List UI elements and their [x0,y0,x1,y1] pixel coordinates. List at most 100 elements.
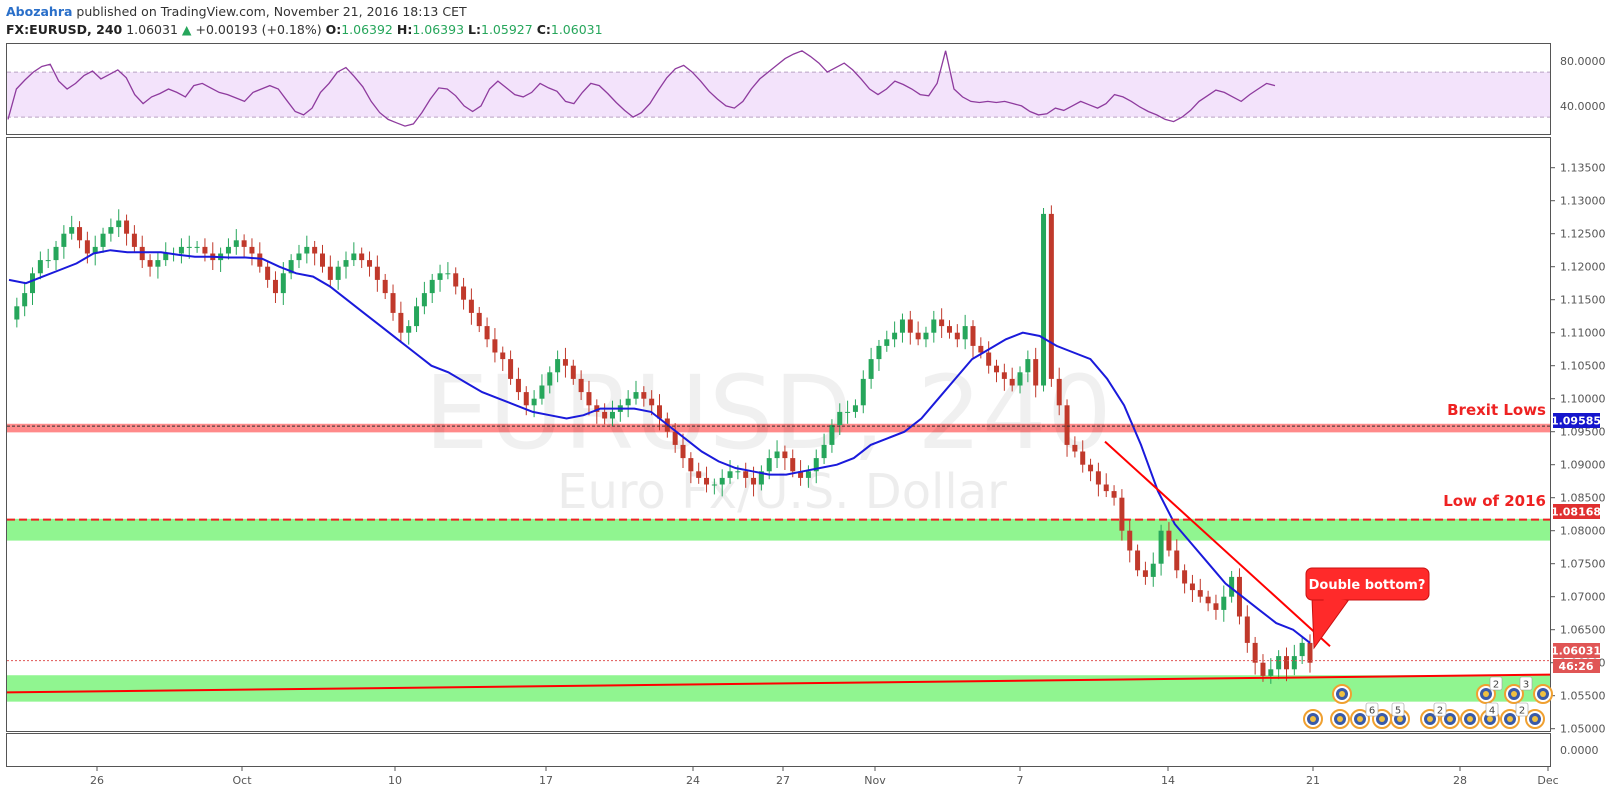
candle-body [790,458,796,472]
candle-body [484,326,490,340]
candle-body [468,299,474,313]
candle-body [406,326,412,333]
countdown-text: 46:26 [1558,660,1593,673]
candle-body [414,306,420,327]
candle-body [139,246,145,261]
low-of-2016-label: Low of 2016 [1443,492,1546,510]
price-tick-label: 1.11500 [1560,294,1606,307]
event-count-label: 3 [1523,680,1529,691]
candle-body [837,411,843,426]
candle-body [155,260,161,267]
price-tick-label: 1.09000 [1560,459,1606,472]
event-flag-icon[interactable] [1460,709,1480,729]
event-flag-icon[interactable] [1330,709,1350,729]
candle-body [782,451,788,459]
candle-body [539,385,545,399]
double-bottom-callout: Double bottom? [1305,567,1430,650]
candle-body [1033,359,1039,386]
candle-body [84,240,90,254]
event-count-label: 2 [1493,680,1499,691]
candle-body [476,312,482,327]
candle-body [508,359,514,379]
price-tick-label: 1.08000 [1560,525,1606,538]
candle-body [421,293,427,307]
candle-body [1276,656,1282,670]
event-count-label: 4 [1489,706,1495,717]
x-tick-label: 21 [1306,774,1320,787]
candle-body [272,279,278,294]
candle-body [1291,656,1297,670]
chart-canvas[interactable]: EURUSD, 240 Euro Fx/U.S. Dollar 80.0000 4… [0,0,1611,795]
candle-body [445,273,451,275]
candle-body [641,392,647,399]
candle-body [492,339,498,353]
candle-body [429,279,435,294]
candle-body [131,233,137,247]
lower-panel-frame [6,733,1551,767]
countdown-tag: 46:26 [1553,659,1600,673]
rsi-layer [7,50,1550,127]
candle-body [1095,471,1101,485]
candle-body [1244,616,1250,643]
candle-body [1189,583,1195,591]
x-tick-label: 26 [90,774,104,787]
candle-body [335,266,341,280]
candle-body [257,253,263,267]
x-tick-label: Dec [1537,774,1558,787]
candle-body [602,411,608,419]
candle-body [116,220,122,228]
candle-body [586,392,592,406]
candle-body [986,352,992,366]
price-tick-label: 1.11000 [1560,327,1606,340]
price-tick-label: 1.05500 [1560,690,1606,703]
candle-body [124,220,130,234]
event-flag-icon[interactable] [1525,709,1545,729]
low2016-price-tag: 1.08168 [1551,504,1601,519]
candle-body [766,458,772,472]
downtrend-line [1104,440,1331,647]
candle-body [163,253,169,261]
candle-body [860,378,866,406]
candle-body [954,332,960,340]
event-count-label: 6 [1369,706,1375,717]
candle-body [1142,570,1148,577]
rsi-tick-label: 80.0000 [1560,55,1606,68]
price-tick-label: 1.10500 [1560,360,1606,373]
last-price-tag: 1.06031 [1551,643,1601,658]
candle-body [1056,378,1062,406]
brexit-price-text: 1.09585 [1551,415,1601,428]
candle-body [1025,359,1031,373]
candle-body [367,260,373,267]
candle-body [461,286,467,300]
price-tick-label: 1.12000 [1560,261,1606,274]
candle-body [1307,642,1313,663]
candle-body [327,266,333,280]
event-flag-icon[interactable] [1303,709,1323,729]
candle-body [45,260,51,262]
event-count-label: 2 [1437,706,1443,717]
brexit-price-tag: 1.09585 [1551,413,1601,428]
candle-body [1268,669,1274,676]
event-count-label: 5 [1395,706,1401,717]
candle-body [1135,550,1141,571]
event-flag-icon[interactable] [1533,684,1553,704]
candle-body [625,398,631,406]
candle-body [649,398,655,406]
candle-body [202,246,208,254]
candle-body [186,246,192,248]
x-tick-label: 14 [1161,774,1175,787]
candle-body [194,246,200,248]
candle-body [1064,405,1070,445]
event-flag-icon[interactable] [1332,684,1352,704]
candle-body [1260,662,1266,676]
last-price-tag-text: 1.06031 [1551,645,1601,658]
price-tick-label: 1.06500 [1560,624,1606,637]
candle-body [892,332,898,340]
candle-body [1221,596,1227,610]
price-tick-label: 1.10000 [1560,393,1606,406]
candle-body [437,273,443,280]
candle-body [351,253,357,261]
candle-body [711,484,717,486]
rsi-band [7,72,1550,118]
candle-body [100,233,106,247]
